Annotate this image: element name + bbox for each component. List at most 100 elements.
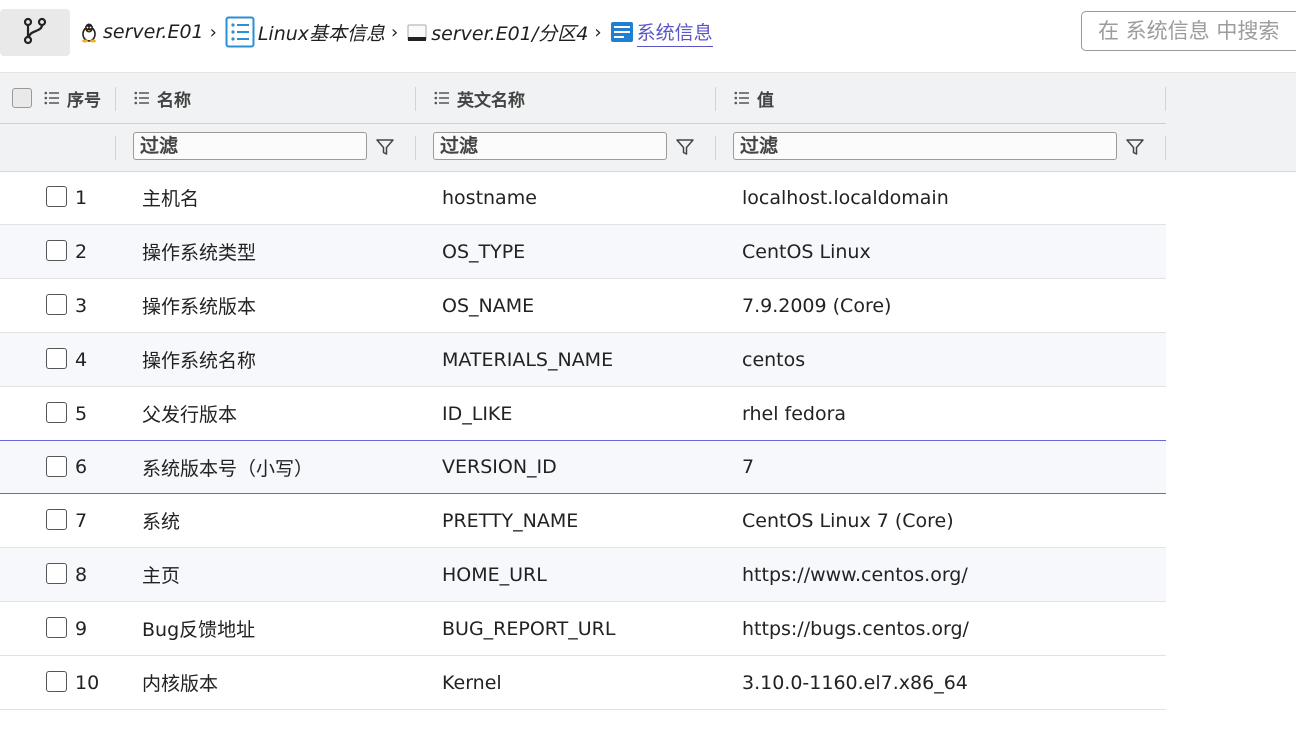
row-english-name: OS_NAME xyxy=(442,294,535,317)
row-index: 9 xyxy=(75,617,88,640)
chevron-right-icon: › xyxy=(391,21,399,43)
row-value: CentOS Linux xyxy=(742,240,871,263)
column-header-name[interactable]: 名称 xyxy=(134,73,191,123)
column-divider[interactable] xyxy=(415,87,416,111)
git-branch-icon xyxy=(22,17,48,49)
disk-icon xyxy=(406,21,428,43)
row-index: 8 xyxy=(75,563,88,586)
column-header-english-name[interactable]: 英文名称 xyxy=(434,73,525,123)
row-value: https://www.centos.org/ xyxy=(742,563,968,586)
row-checkbox[interactable] xyxy=(46,240,67,261)
row-value: https://bugs.centos.org/ xyxy=(742,617,969,640)
row-value: localhost.localdomain xyxy=(742,186,949,209)
breadcrumb: server.E01 › Linux基本信息 › server.E01/分区4 … xyxy=(78,10,713,54)
breadcrumb-item-system-info[interactable]: 系统信息 xyxy=(610,18,713,47)
filter-funnel-icon[interactable] xyxy=(373,135,397,159)
table-row[interactable]: 1 主机名 hostname localhost.localdomain xyxy=(0,171,1166,225)
row-checkbox[interactable] xyxy=(46,509,67,530)
row-english-name: ID_LIKE xyxy=(442,402,513,425)
table-row[interactable]: 2 操作系统类型 OS_TYPE CentOS Linux xyxy=(0,225,1166,279)
table-row[interactable]: 4 操作系统名称 MATERIALS_NAME centos xyxy=(0,333,1166,387)
column-divider[interactable] xyxy=(115,87,116,111)
row-index: 5 xyxy=(75,402,88,425)
row-index: 10 xyxy=(75,671,100,694)
row-name: 系统 xyxy=(142,511,181,533)
row-checkbox[interactable] xyxy=(46,563,67,584)
row-checkbox[interactable] xyxy=(46,402,67,423)
breadcrumb-label: 系统信息 xyxy=(636,18,713,47)
row-index: 7 xyxy=(75,509,88,532)
row-name: 操作系统版本 xyxy=(142,296,257,318)
column-title: 序号 xyxy=(67,90,101,111)
breadcrumb-label: server.E01/分区4 xyxy=(431,22,589,45)
table-row[interactable]: 9 Bug反馈地址 BUG_REPORT_URL https://bugs.ce… xyxy=(0,602,1166,656)
table-row[interactable]: 5 父发行版本 ID_LIKE rhel fedora xyxy=(0,387,1166,440)
row-checkbox[interactable] xyxy=(46,348,67,369)
row-index: 1 xyxy=(75,186,88,209)
column-menu-icon xyxy=(734,91,750,105)
row-english-name: PRETTY_NAME xyxy=(442,509,579,532)
row-checkbox[interactable] xyxy=(46,617,67,638)
row-value: 7 xyxy=(742,456,755,478)
row-name: 主机名 xyxy=(142,188,200,210)
column-divider[interactable] xyxy=(1165,87,1166,111)
breadcrumb-item-partition[interactable]: server.E01/分区4 xyxy=(406,19,588,46)
linux-penguin-icon xyxy=(78,21,100,43)
row-checkbox[interactable] xyxy=(46,671,67,692)
column-header-row: 序号 名称 英文名称 值 xyxy=(0,73,1166,124)
row-english-name: hostname xyxy=(442,186,537,209)
table-row[interactable]: 10 内核版本 Kernel 3.10.0-1160.el7.x86_64 xyxy=(0,656,1166,710)
row-value: 3.10.0-1160.el7.x86_64 xyxy=(742,671,968,694)
column-divider xyxy=(1165,136,1166,160)
row-value: 7.9.2009 (Core) xyxy=(742,294,892,317)
row-english-name: MATERIALS_NAME xyxy=(442,348,614,371)
column-header-index[interactable]: 序号 xyxy=(44,73,101,123)
top-bar: server.E01 › Linux基本信息 › server.E01/分区4 … xyxy=(0,0,1296,60)
column-menu-icon xyxy=(434,91,450,105)
column-header-value[interactable]: 值 xyxy=(734,73,774,123)
row-english-name: HOME_URL xyxy=(442,563,547,586)
breadcrumb-label: Linux基本信息 xyxy=(257,22,386,45)
select-all-checkbox[interactable] xyxy=(12,88,32,108)
chevron-right-icon: › xyxy=(209,21,217,43)
breadcrumb-item-server[interactable]: server.E01 xyxy=(78,21,204,43)
row-name: 操作系统类型 xyxy=(142,242,257,264)
column-divider[interactable] xyxy=(715,87,716,111)
branch-button[interactable] xyxy=(0,9,70,56)
table-row-selected[interactable]: 6 系统版本号（小写） VERSION_ID 7 xyxy=(0,440,1166,494)
table-row[interactable]: 8 主页 HOME_URL https://www.centos.org/ xyxy=(0,548,1166,602)
table-row[interactable]: 7 系统 PRETTY_NAME CentOS Linux 7 (Core) xyxy=(0,494,1166,548)
filter-input-english-name[interactable] xyxy=(433,132,667,160)
breadcrumb-item-linux-info[interactable]: Linux基本信息 xyxy=(225,16,385,48)
row-name: Bug反馈地址 xyxy=(142,619,256,641)
row-value: CentOS Linux 7 (Core) xyxy=(742,509,954,532)
column-menu-icon xyxy=(134,91,150,105)
list-icon xyxy=(225,16,255,48)
row-value: rhel fedora xyxy=(742,402,847,425)
row-index: 4 xyxy=(75,348,88,371)
row-index: 3 xyxy=(75,294,88,317)
filter-row xyxy=(0,124,1166,171)
row-english-name: OS_TYPE xyxy=(442,240,526,263)
column-divider xyxy=(415,136,416,160)
table-row[interactable]: 3 操作系统版本 OS_NAME 7.9.2009 (Core) xyxy=(0,279,1166,333)
column-menu-icon xyxy=(44,91,60,105)
grid-header: 序号 名称 英文名称 值 过滤 过滤 过滤 xyxy=(0,72,1296,172)
search-input[interactable] xyxy=(1081,11,1296,51)
row-name: 父发行版本 xyxy=(142,404,238,426)
column-title: 名称 xyxy=(157,90,191,111)
row-index: 2 xyxy=(75,240,88,263)
filter-input-value[interactable] xyxy=(733,132,1117,160)
column-title: 英文名称 xyxy=(457,90,525,111)
row-checkbox[interactable] xyxy=(46,456,67,477)
filter-funnel-icon[interactable] xyxy=(673,135,697,159)
row-checkbox[interactable] xyxy=(46,294,67,315)
column-divider xyxy=(715,136,716,160)
grid-body: 1 主机名 hostname localhost.localdomain 2 操… xyxy=(0,171,1166,710)
filter-funnel-icon[interactable] xyxy=(1123,135,1147,159)
row-value: centos xyxy=(742,348,806,371)
filter-input-name[interactable] xyxy=(133,132,367,160)
row-checkbox[interactable] xyxy=(46,186,67,207)
row-name: 操作系统名称 xyxy=(142,350,257,372)
chevron-right-icon: › xyxy=(594,21,602,43)
